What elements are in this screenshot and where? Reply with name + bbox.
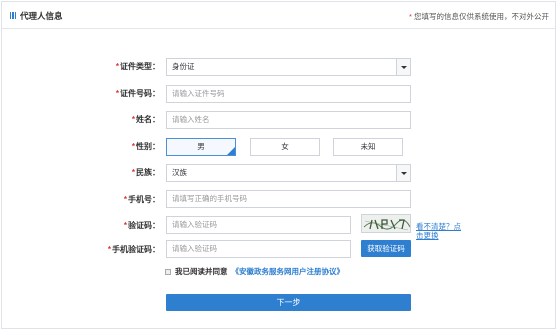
sms-code-label: *手机验证码： [107, 245, 160, 254]
captcha-image[interactable] [361, 214, 411, 233]
section-bars-icon [10, 12, 16, 19]
gender-option-male[interactable]: 男 [166, 138, 236, 156]
required-star: * [408, 12, 412, 21]
id-type-label: *证件类型： [115, 62, 160, 71]
gender-option-female[interactable]: 女 [250, 138, 320, 156]
name-input[interactable]: 请输入姓名 [166, 111, 411, 129]
chevron-down-icon[interactable] [396, 165, 410, 181]
id-type-select[interactable]: 身份证 [166, 58, 411, 76]
gender-option-label: 男 [197, 142, 205, 151]
chevron-down-icon[interactable] [396, 59, 410, 75]
captcha-input[interactable]: 请输入验证码 [166, 216, 351, 234]
gender-option-label: 女 [281, 142, 289, 151]
id-number-label: *证件号码： [115, 89, 160, 98]
name-label: *姓名： [131, 115, 160, 124]
privacy-note: * 您填写的信息仅供系统使用，不对外公开 [409, 11, 549, 22]
agreement-prefix: 我已阅读并同意 [175, 267, 228, 276]
captcha-refresh-link[interactable]: 看不清楚？点 击更换 [416, 222, 461, 240]
captcha-image-graphic [363, 219, 410, 231]
agreement-link[interactable]: 《安徽政务服务网用户注册协议》 [232, 266, 345, 277]
phone-label: *手机号： [123, 195, 160, 204]
gender-label: *性别： [131, 142, 160, 151]
panel-header: 代理人信息 * 您填写的信息仅供系统使用，不对外公开 [2, 2, 555, 29]
ethnicity-value: 汉族 [172, 168, 187, 177]
captcha-refresh-text-1: 看不清楚？点 [416, 222, 461, 231]
ethnicity-select[interactable]: 汉族 [166, 164, 411, 182]
agreement-row: 我已阅读并同意 《安徽政务服务网用户注册协议》 [165, 266, 344, 277]
privacy-note-text: 您填写的信息仅供系统使用，不对外公开 [414, 12, 549, 21]
panel-title: 代理人信息 [20, 11, 63, 21]
gender-option-label: 未知 [360, 142, 376, 151]
get-sms-code-button[interactable]: 获取验证码 [361, 240, 411, 257]
selected-corner-icon [227, 147, 235, 155]
sms-code-input[interactable]: 请输入验证码 [166, 240, 351, 258]
gender-option-unknown[interactable]: 未知 [333, 138, 403, 156]
captcha-refresh-text-2: 击更换 [416, 231, 439, 240]
captcha-label: *验证码： [123, 221, 160, 230]
ethnicity-label: *民族： [131, 168, 160, 177]
id-number-input[interactable]: 请输入证件号码 [166, 85, 411, 103]
agreement-checkbox[interactable] [165, 268, 171, 275]
id-type-value: 身份证 [172, 62, 195, 71]
next-step-button[interactable]: 下一步 [166, 294, 411, 311]
phone-input[interactable]: 请填写正确的手机号码 [166, 190, 411, 208]
